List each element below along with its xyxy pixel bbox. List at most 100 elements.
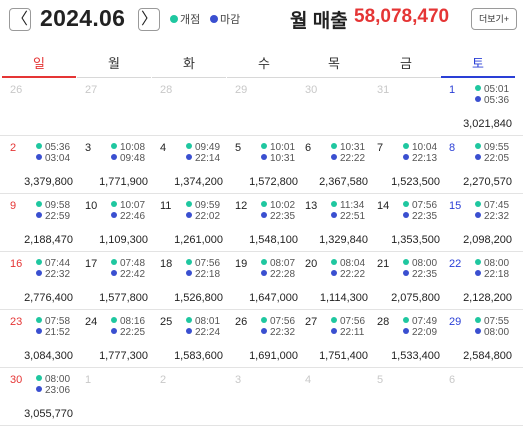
calendar-day-cell[interactable]: 20 08:04 22:22 1,114,300: [297, 252, 370, 310]
calendar-day-cell[interactable]: 22 08:00 22:18 2,128,200: [441, 252, 514, 310]
calendar-day-cell[interactable]: 6 10:31 22:22 2,367,580: [297, 136, 370, 194]
open-time-value: 07:56: [340, 316, 366, 327]
close-time: 22:28: [261, 269, 295, 280]
close-time-value: 22:35: [412, 211, 438, 222]
close-dot-icon: [111, 270, 117, 276]
close-time-value: 09:48: [120, 153, 146, 164]
close-time: 21:52: [36, 327, 70, 338]
calendar-day-cell[interactable]: 17 07:48 22:42 1,577,800: [77, 252, 150, 310]
open-dot-icon: [475, 259, 481, 265]
close-time-value: 22:18: [195, 269, 221, 280]
day-number: 20: [305, 258, 318, 270]
open-time: 08:00: [475, 258, 509, 269]
close-time-value: 22:22: [340, 153, 366, 164]
calendar-day-cell[interactable]: 4 09:49 22:14 1,374,200: [152, 136, 225, 194]
day-number: 29: [235, 84, 248, 96]
open-time: 10:04: [403, 142, 437, 153]
open-time: 07:49: [403, 316, 437, 327]
calendar-day-cell[interactable]: 5 10:01 10:31 1,572,800: [227, 136, 300, 194]
close-time-value: 22:14: [195, 153, 221, 164]
calendar-day-cell[interactable]: 14 07:56 22:35 1,353,500: [369, 194, 442, 252]
calendar-day-cell[interactable]: 9 09:58 22:59 2,188,470: [2, 194, 75, 252]
calendar-day-cell[interactable]: 13 11:34 22:51 1,329,840: [297, 194, 370, 252]
calendar-day-cell[interactable]: 24 08:16 22:25 1,777,300: [77, 310, 150, 368]
open-time-value: 08:07: [270, 258, 296, 269]
open-time: 07:58: [36, 316, 70, 327]
open-dot-icon: [261, 259, 267, 265]
day-number: 28: [377, 316, 390, 328]
day-number: 11: [160, 200, 172, 212]
calendar-day-cell[interactable]: 10 10:07 22:46 1,109,300: [77, 194, 150, 252]
day-number: 10: [85, 200, 98, 212]
calendar-day-cell[interactable]: 28 07:49 22:09 1,533,400: [369, 310, 442, 368]
calendar-day-cell[interactable]: 8 09:55 22:05 2,270,570: [441, 136, 514, 194]
open-time-value: 07:55: [484, 316, 510, 327]
close-time: 22:11: [331, 327, 364, 338]
open-dot-icon: [261, 143, 267, 149]
calendar-day-cell[interactable]: 29 07:55 08:00 2,584,800: [441, 310, 514, 368]
open-time: 11:34: [331, 200, 364, 211]
next-month-button[interactable]: 〉: [138, 8, 160, 31]
close-time-value: 22:35: [270, 211, 296, 222]
calendar-day-cell: 4: [297, 368, 370, 426]
close-time: 22:25: [111, 327, 145, 338]
month-title: 2024.06: [40, 5, 126, 31]
day-number: 27: [305, 316, 318, 328]
calendar-day-cell[interactable]: 11 09:59 22:02 1,261,000: [152, 194, 225, 252]
calendar-day-cell[interactable]: 25 08:01 22:24 1,583,600: [152, 310, 225, 368]
prev-month-button[interactable]: 〈: [9, 8, 31, 31]
open-dot-icon: [331, 201, 337, 207]
day-number: 16: [10, 258, 23, 270]
calendar-day-cell[interactable]: 1 05:01 05:36 3,021,840: [441, 78, 514, 136]
calendar-day-cell[interactable]: 18 07:56 22:18 1,526,800: [152, 252, 225, 310]
close-time-value: 22:51: [340, 211, 366, 222]
open-dot-icon: [186, 317, 192, 323]
close-time-value: 22:32: [45, 269, 71, 280]
close-time-value: 22:22: [340, 269, 366, 280]
calendar-day-cell[interactable]: 30 08:00 23:06 3,055,770: [2, 368, 75, 426]
close-dot-icon: [210, 15, 218, 23]
calendar-day-cell[interactable]: 12 10:02 22:35 1,548,100: [227, 194, 300, 252]
daily-sales-total: 1,771,900: [99, 176, 148, 188]
open-time: 08:01: [186, 316, 220, 327]
open-time-value: 08:04: [340, 258, 366, 269]
calendar-day-cell[interactable]: 23 07:58 21:52 3,084,300: [2, 310, 75, 368]
calendar-day-cell[interactable]: 27 07:56 22:11 1,751,400: [297, 310, 370, 368]
close-dot-icon: [111, 328, 117, 334]
open-time: 08:04: [331, 258, 365, 269]
open-dot-icon: [186, 259, 192, 265]
open-time-value: 10:01: [270, 142, 296, 153]
open-time: 08:16: [111, 316, 145, 327]
calendar-day-cell[interactable]: 16 07:44 22:32 2,776,400: [2, 252, 75, 310]
day-number: 2: [160, 374, 167, 386]
close-dot-icon: [111, 154, 117, 160]
calendar-day-cell[interactable]: 19 08:07 22:28 1,647,000: [227, 252, 300, 310]
open-time-value: 07:56: [270, 316, 296, 327]
close-dot-icon: [331, 328, 337, 334]
calendar-day-cell[interactable]: 21 08:00 22:35 2,075,800: [369, 252, 442, 310]
open-dot-icon: [331, 143, 337, 149]
calendar-day-cell[interactable]: 7 10:04 22:13 1,523,500: [369, 136, 442, 194]
open-time-value: 08:16: [120, 316, 146, 327]
calendar-day-cell: 27: [77, 78, 150, 136]
day-number: 13: [305, 200, 318, 212]
close-dot-icon: [475, 328, 481, 334]
weekday-label: 토: [441, 52, 515, 78]
open-dot-icon: [261, 317, 267, 323]
weekday-label: 금: [369, 52, 443, 78]
open-time-value: 09:49: [195, 142, 221, 153]
calendar-day-cell[interactable]: 26 07:56 22:32 1,691,000: [227, 310, 300, 368]
calendar-day-cell: 29: [227, 78, 300, 136]
close-dot-icon: [475, 212, 481, 218]
open-time: 09:49: [186, 142, 220, 153]
more-button[interactable]: 더보기+: [471, 8, 517, 30]
close-time: 22:18: [475, 269, 509, 280]
day-number: 2: [10, 142, 17, 154]
close-dot-icon: [186, 154, 192, 160]
calendar-day-cell[interactable]: 3 10:08 09:48 1,771,900: [77, 136, 150, 194]
close-time: 22:46: [111, 211, 145, 222]
calendar-day-cell[interactable]: 15 07:45 22:32 2,098,200: [441, 194, 514, 252]
open-time-value: 07:45: [484, 200, 510, 211]
close-time: 22:13: [403, 153, 437, 164]
calendar-day-cell[interactable]: 2 05:36 03:04 3,379,800: [2, 136, 75, 194]
